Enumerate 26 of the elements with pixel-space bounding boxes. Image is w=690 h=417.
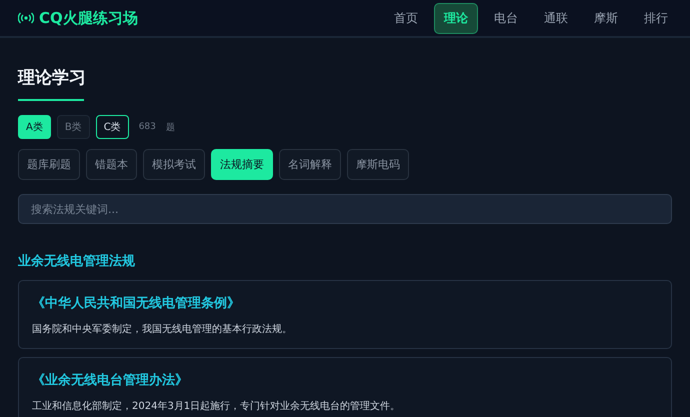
nav-tab[interactable]: 首页	[384, 2, 428, 34]
section-heading: 业余无线电管理法规	[18, 253, 136, 270]
page-title: 理论学习	[18, 67, 87, 89]
tab[interactable]: 错题本	[86, 149, 137, 180]
tab[interactable]: 题库刷题	[18, 149, 80, 180]
question-unit: 题	[166, 122, 175, 134]
law-title: 《中华人民共和国无线电管理条例》	[32, 295, 241, 312]
radio-signal-icon	[18, 12, 34, 24]
app-title: CQ火腿练习场	[39, 8, 138, 28]
class-button[interactable]: C类	[96, 115, 129, 139]
nav-tab[interactable]: 电台	[484, 2, 528, 34]
search-field[interactable]: 搜索法规关键词...	[18, 194, 672, 224]
class-button[interactable]: B类	[56, 115, 90, 139]
nav-tab[interactable]: 排行	[634, 2, 678, 34]
nav-tab[interactable]: 摩斯	[584, 2, 628, 34]
law-description: 工业和信息化部制定，2024年3月1日起施行，专门针对业余无线电台的管理文件。	[32, 400, 402, 413]
question-count: 683	[138, 122, 156, 132]
nav-tab[interactable]: 通联	[534, 2, 578, 34]
law-title: 《业余无线电台管理办法》	[32, 372, 189, 389]
class-button[interactable]: A类	[18, 115, 51, 139]
nav-tab[interactable]: 理论	[434, 2, 478, 34]
tab[interactable]: 名词解释	[279, 149, 341, 180]
law-description: 国务院和中央军委制定，我国无线电管理的基本行政法规。	[32, 322, 293, 336]
tab[interactable]: 摩斯电码	[347, 149, 409, 180]
tab[interactable]: 模拟考试	[143, 149, 205, 180]
tab[interactable]: 法规摘要	[211, 149, 273, 180]
